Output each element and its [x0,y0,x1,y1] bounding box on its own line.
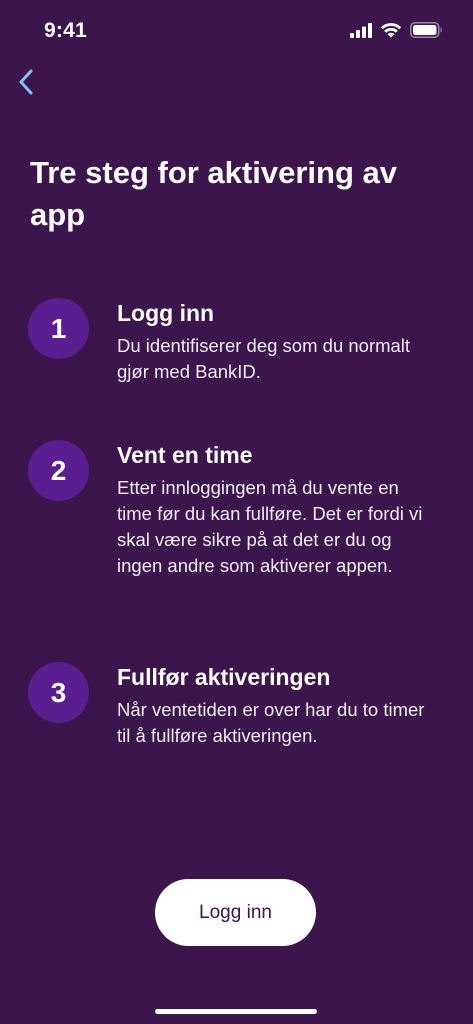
step-content: Vent en time Etter innloggingen må du ve… [117,438,427,579]
step-description: Etter innloggingen må du vente en time f… [117,477,423,576]
cellular-signal-icon [350,22,372,43]
back-button[interactable] [6,64,46,104]
page-title: Tre steg for aktivering av app [30,155,397,232]
step-description: Du identifiserer deg som du normalt gjør… [117,335,411,382]
step-title: Logg inn [117,300,215,326]
login-button[interactable]: Logg inn [155,879,316,946]
step-title: Fullfør aktiveringen [117,664,331,690]
battery-icon [410,22,443,43]
home-indicator[interactable] [155,1009,317,1014]
step-title: Vent en time [117,442,253,468]
chevron-left-icon [18,69,34,100]
step-content: Fullfør aktiveringen Når ventetiden er o… [117,660,427,749]
status-time: 9:41 [44,19,87,42]
step-number-badge: 3 [28,662,89,723]
step-number-badge: 2 [28,440,89,501]
step-number-badge: 1 [28,298,89,359]
wifi-icon [380,22,402,43]
step-description: Når ventetiden er over har du to timer t… [117,699,425,746]
status-bar: 9:41 [0,0,473,60]
status-icons [350,22,443,43]
step-content: Logg inn Du identifiserer deg som du nor… [117,296,427,385]
